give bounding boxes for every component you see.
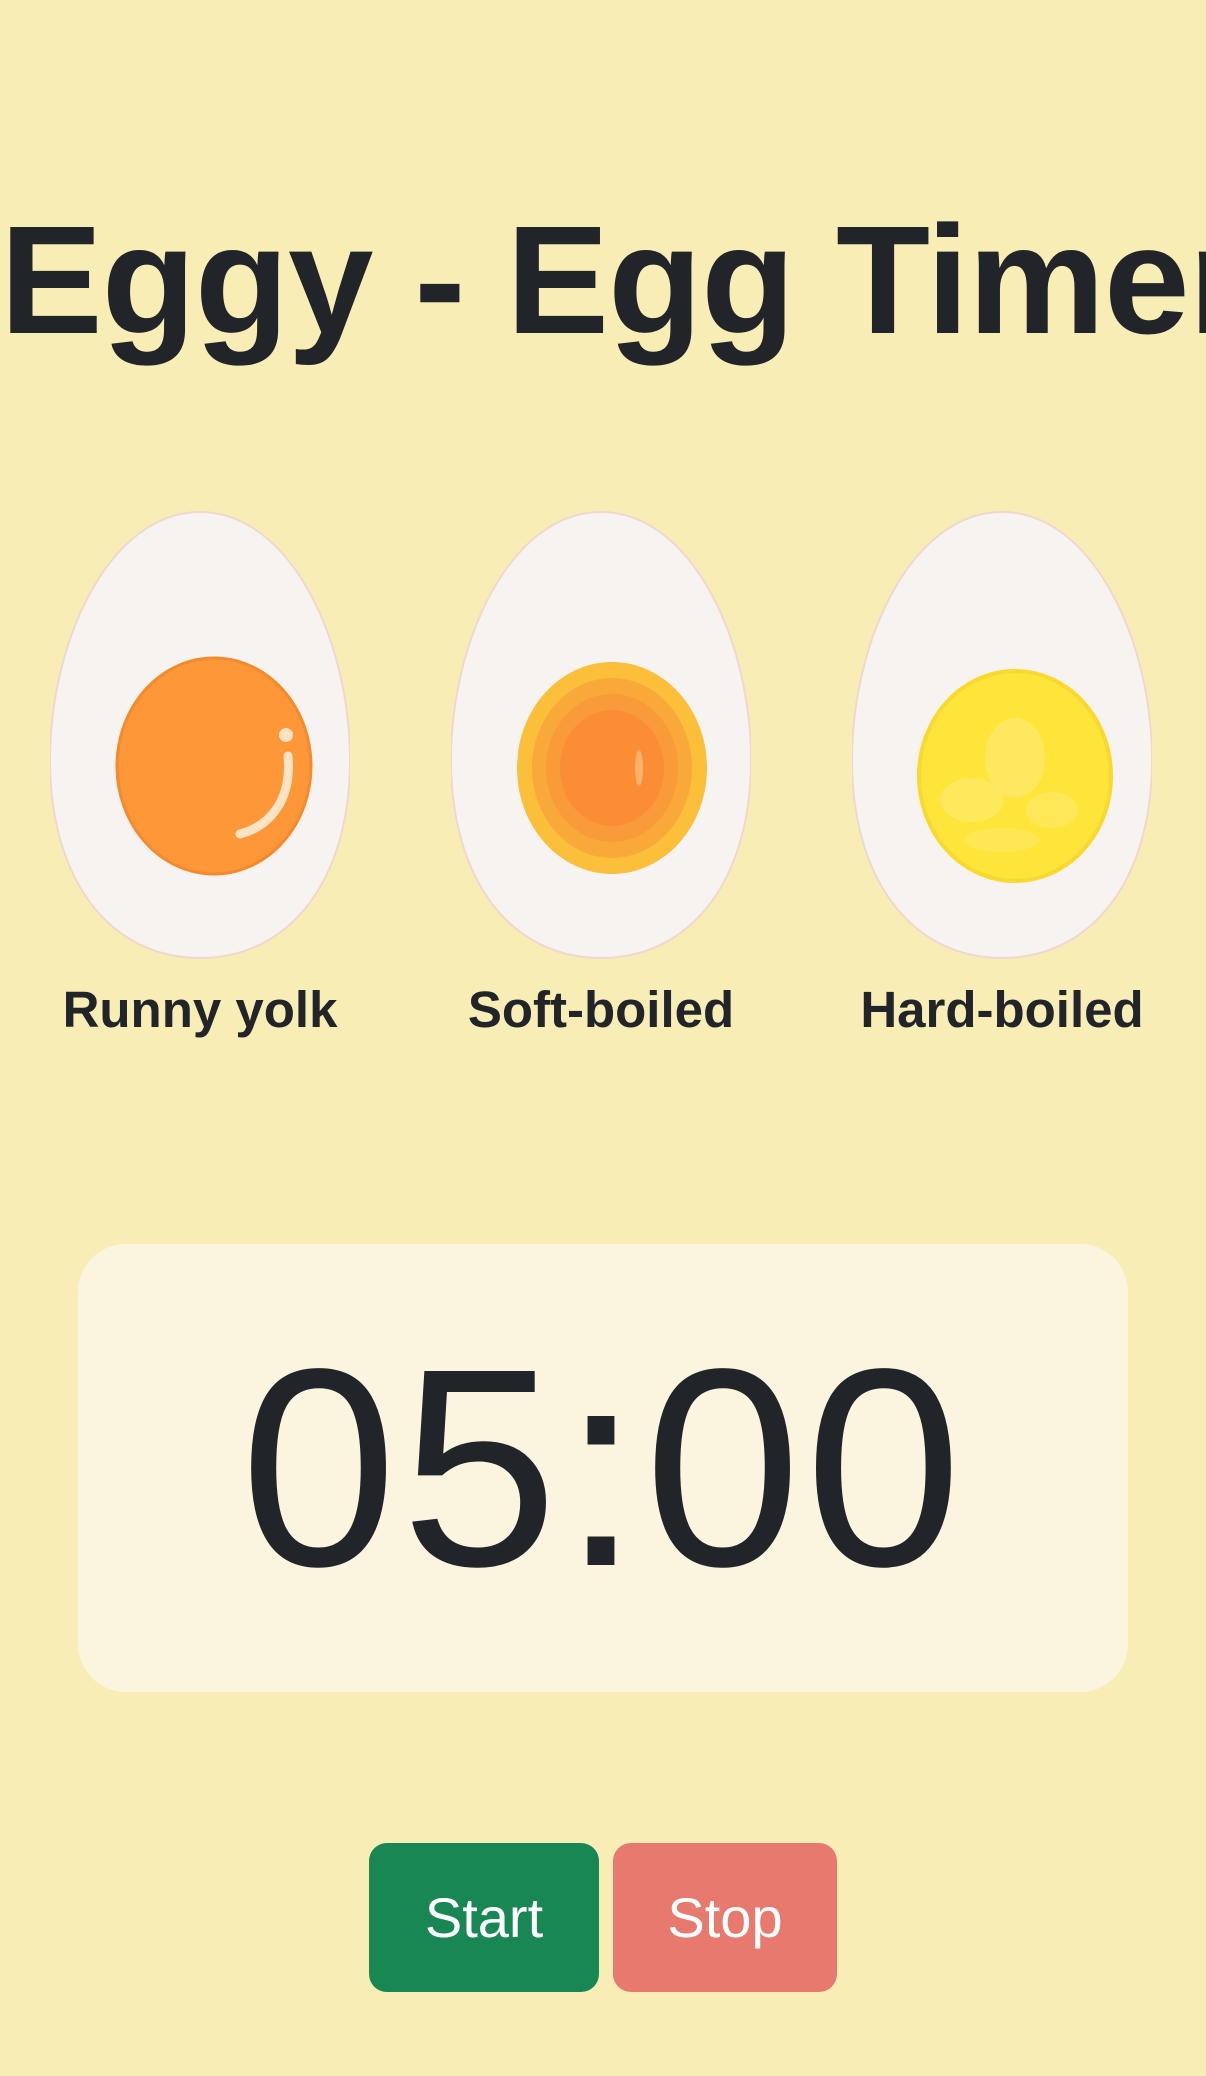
soft-boiled-egg-icon (451, 510, 751, 960)
start-button[interactable]: Start (369, 1843, 599, 1992)
runny-egg-icon (50, 510, 350, 960)
egg-label-soft-boiled: Soft-boiled (467, 981, 735, 1038)
egg-option-hard-boiled[interactable]: Hard-boiled (842, 510, 1162, 1038)
page-title: Eggy - Egg Timer (0, 194, 1206, 366)
egg-option-soft-boiled[interactable]: Soft-boiled (441, 510, 761, 1038)
hard-boiled-egg-icon (852, 510, 1152, 960)
egg-label-runny-yolk: Runny yolk (62, 981, 338, 1038)
egg-option-runny-yolk[interactable]: Runny yolk (40, 510, 360, 1038)
timer-display: 05:00 (240, 1310, 966, 1625)
egg-options: Runny yolk Soft-boiled Hard-boiled (0, 510, 1206, 1038)
egg-label-hard-boiled: Hard-boiled (860, 981, 1144, 1038)
stop-button[interactable]: Stop (613, 1843, 837, 1992)
timer-panel: 05:00 (78, 1244, 1128, 1692)
